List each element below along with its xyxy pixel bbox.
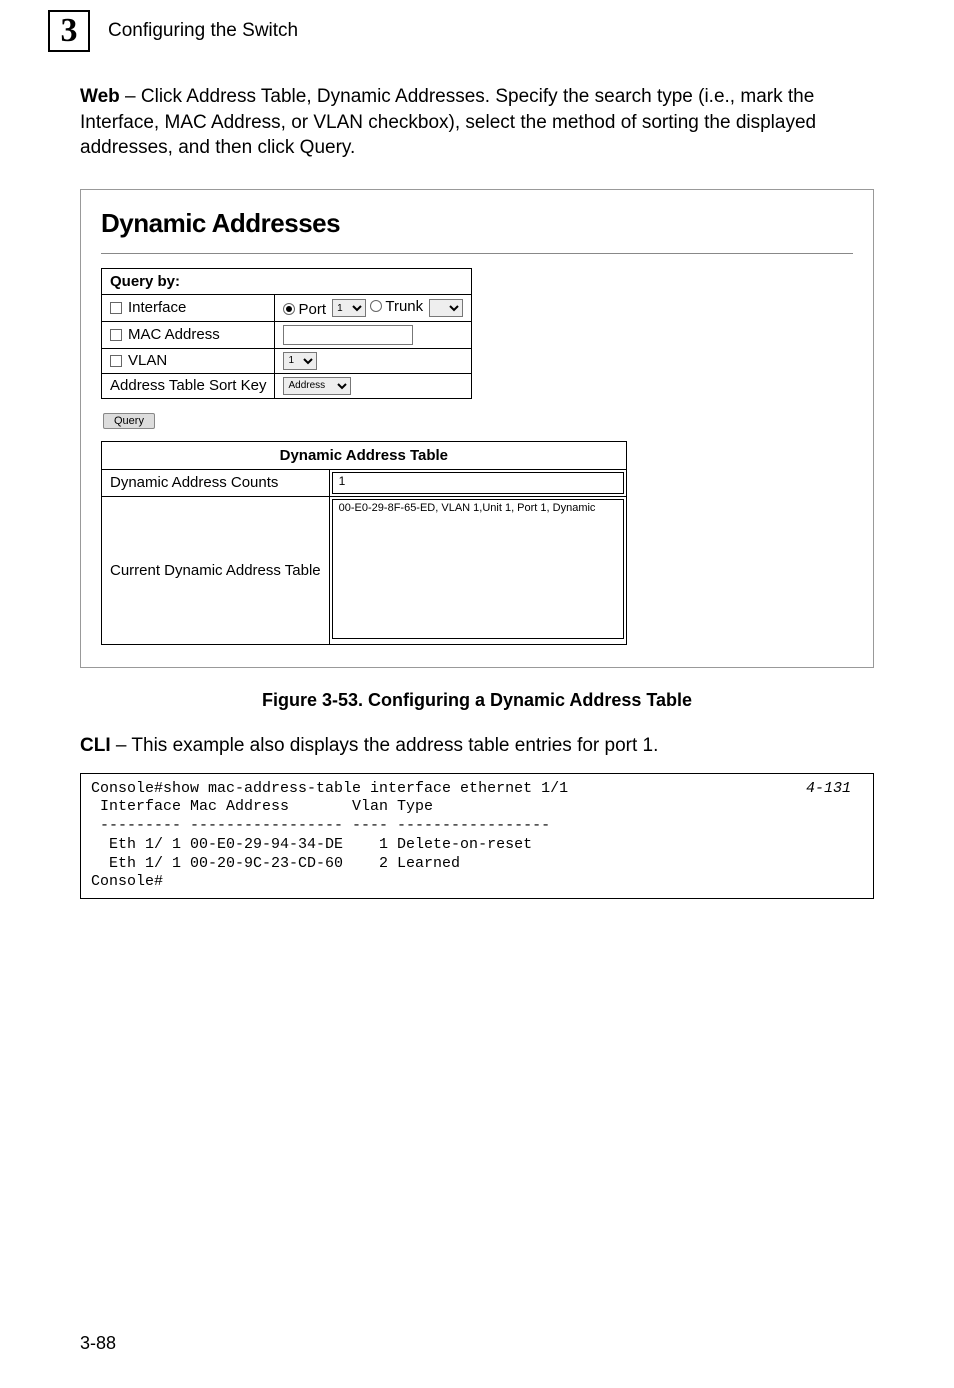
vlan-row-controls: 1	[275, 348, 472, 373]
mac-row-controls	[275, 321, 472, 348]
count-label: Dynamic Address Counts	[102, 469, 330, 496]
cli-label: CLI	[80, 735, 111, 756]
divider-line	[101, 253, 853, 254]
count-value-box: 1	[332, 472, 624, 494]
web-paragraph: – Click Address Table, Dynamic Addresses…	[80, 86, 816, 158]
mac-row-label: MAC Address	[102, 321, 275, 348]
vlan-row-label: VLAN	[102, 348, 275, 373]
console-line-2: Interface Mac Address Vlan Type	[91, 798, 433, 815]
vlan-label-text: VLAN	[128, 352, 167, 369]
trunk-radio[interactable]	[370, 300, 382, 312]
trunk-label-text: Trunk	[385, 298, 423, 315]
chapter-title: Configuring the Switch	[108, 20, 298, 42]
interface-row-controls: Port 1 Trunk	[275, 294, 472, 321]
dat-caption: Dynamic Address Table	[102, 441, 627, 469]
dynamic-addresses-panel: Dynamic Addresses Query by: Interface Po…	[80, 189, 874, 668]
mac-checkbox[interactable]	[110, 329, 122, 341]
query-by-table: Query by: Interface Port 1 Trunk	[101, 268, 472, 399]
current-table-label: Current Dynamic Address Table	[102, 496, 330, 644]
panel-title: Dynamic Addresses	[101, 208, 853, 239]
interface-checkbox[interactable]	[110, 302, 122, 314]
mac-label-text: MAC Address	[128, 326, 220, 343]
mac-address-input[interactable]	[283, 325, 413, 345]
figure-caption: Figure 3-53. Configuring a Dynamic Addre…	[0, 690, 954, 711]
vlan-checkbox[interactable]	[110, 355, 122, 367]
console-line-6: Console#	[91, 873, 163, 890]
chapter-number-icon: 3	[48, 10, 90, 52]
console-line-4: Eth 1/ 1 00-E0-29-94-34-DE 1 Delete-on-r…	[91, 836, 532, 853]
vlan-select[interactable]: 1	[283, 352, 317, 370]
port-label-text: Port	[298, 301, 326, 318]
sort-key-controls: Address	[275, 373, 472, 398]
current-entries-list[interactable]: 00-E0-29-8F-65-ED, VLAN 1,Unit 1, Port 1…	[332, 499, 624, 639]
sort-key-select[interactable]: Address	[283, 377, 351, 395]
page-number: 3-88	[80, 1333, 116, 1354]
query-button[interactable]: Query	[103, 413, 155, 429]
sort-key-label: Address Table Sort Key	[102, 373, 275, 398]
port-select[interactable]: 1	[332, 299, 366, 317]
query-by-header: Query by:	[102, 268, 472, 294]
trunk-select[interactable]	[429, 299, 463, 317]
console-line-5: Eth 1/ 1 00-20-9C-23-CD-60 2 Learned	[91, 855, 460, 872]
interface-label-text: Interface	[128, 299, 186, 316]
port-radio[interactable]	[283, 303, 295, 315]
console-line-1: Console#show mac-address-table interface…	[91, 780, 568, 797]
console-output: 4-131 Console#show mac-address-table inte…	[80, 773, 874, 900]
page-reference: 4-131	[806, 780, 851, 799]
interface-row-label: Interface	[102, 294, 275, 321]
cli-paragraph: – This example also displays the address…	[111, 735, 659, 756]
web-label: Web	[80, 86, 120, 107]
dynamic-address-table: Dynamic Address Table Dynamic Address Co…	[101, 441, 627, 645]
console-line-3: --------- ----------------- ---- -------…	[91, 817, 550, 834]
